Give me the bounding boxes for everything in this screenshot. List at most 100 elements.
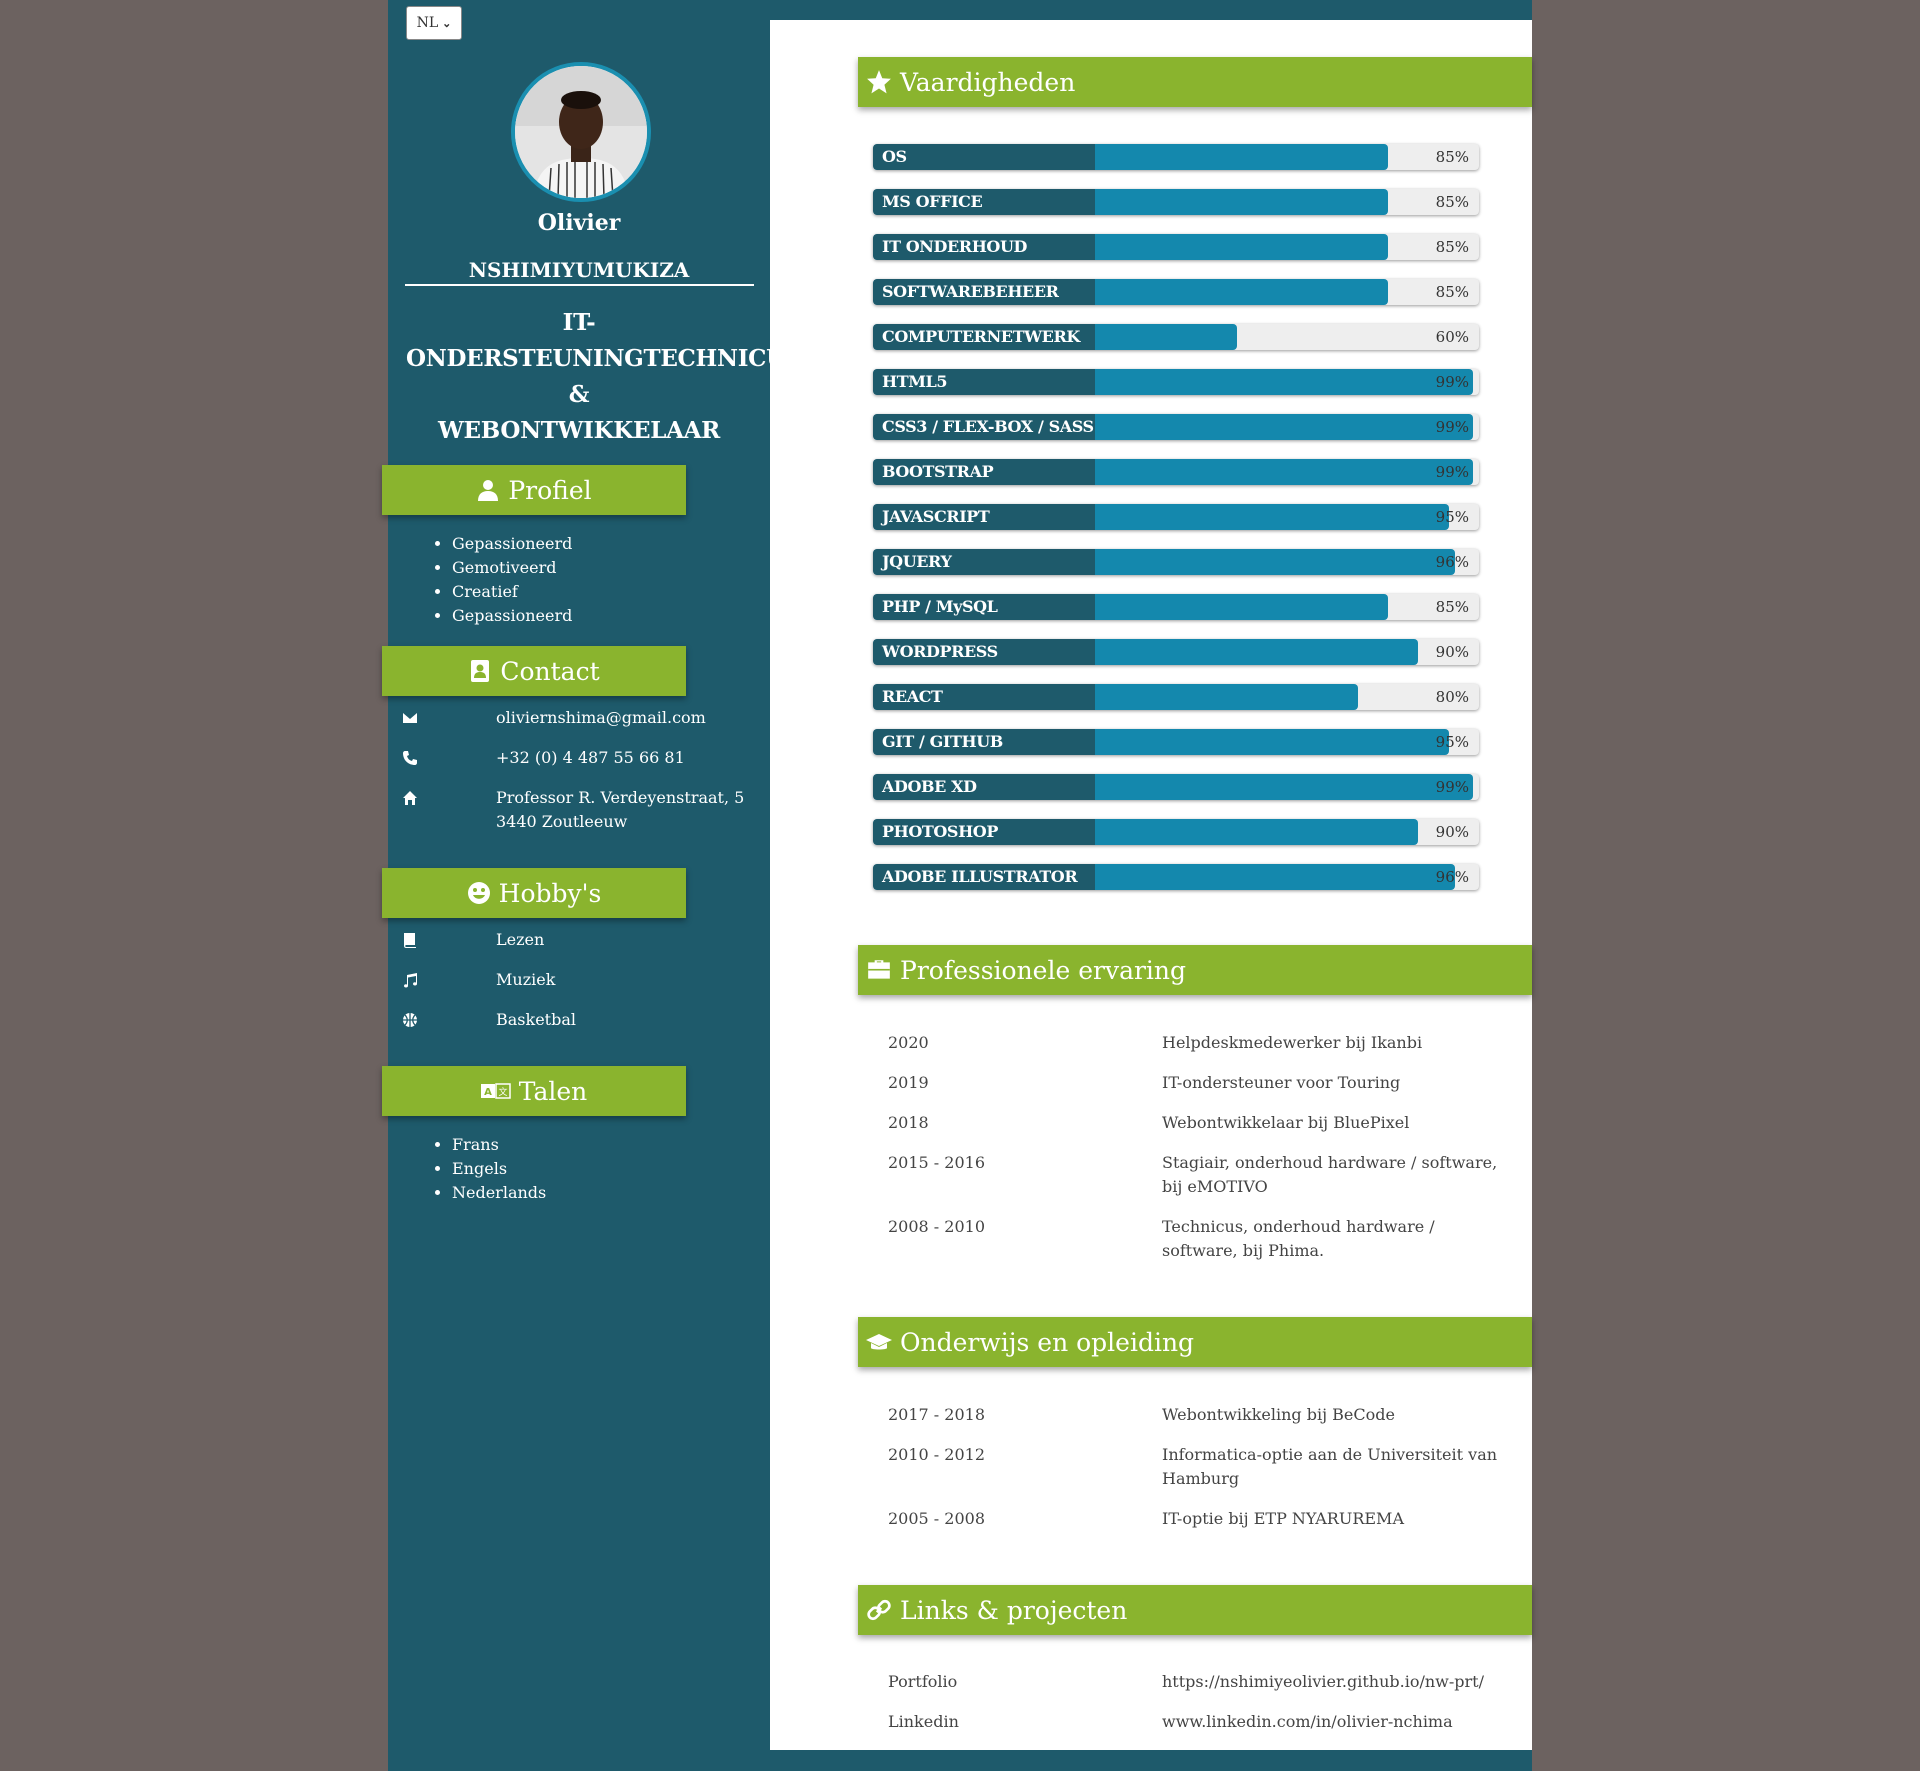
skill-bar: COMPUTERNETWERK 60% — [873, 324, 1479, 350]
description: Helpdeskmedewerker bij Ikanbi — [1162, 1033, 1423, 1052]
links-heading: Links & projecten — [900, 1595, 1128, 1625]
period: 2017 - 2018 — [888, 1405, 986, 1424]
skill-percent: 95% — [1435, 508, 1469, 526]
first-name: Olivier — [537, 210, 621, 236]
profiel-heading: Profiel — [508, 475, 592, 505]
skill-bar: IT ONDERHOUD 85% — [873, 234, 1479, 260]
skill-percent: 90% — [1435, 643, 1469, 661]
list-item: Gepassioneerd — [452, 604, 572, 628]
skill-name: BOOTSTRAP — [873, 459, 1095, 485]
briefcase-icon — [868, 960, 890, 979]
book-icon — [402, 931, 420, 949]
sidebar: NL ⌄ Olivier NSHIMIYUMUKIZA IT- ONDERSTE… — [382, 0, 803, 1771]
skill-name: ADOBE XD — [873, 774, 1095, 800]
skill-name: HTML5 — [873, 369, 1095, 395]
skills-heading: Vaardigheden — [900, 67, 1076, 97]
skill-bar: OS 85% — [873, 144, 1479, 170]
skill-bar: ADOBE XD 99% — [873, 774, 1479, 800]
description: Stagiair, onderhoud hardware / software,… — [1162, 1153, 1498, 1196]
description: Webontwikkeling bij BeCode — [1162, 1405, 1395, 1424]
description: Technicus, onderhoud hardware / software… — [1162, 1217, 1435, 1260]
language-icon: A文 — [480, 1083, 511, 1099]
description: Webontwikkelaar bij BluePixel — [1162, 1113, 1410, 1132]
skill-name: WORDPRESS — [873, 639, 1095, 665]
skill-percent: 85% — [1435, 283, 1469, 301]
skill-name: REACT — [873, 684, 1095, 710]
skill-name: JQUERY — [873, 549, 1095, 575]
period: 2008 - 2010 — [888, 1217, 986, 1236]
skill-percent: 99% — [1435, 373, 1469, 391]
skill-name: GIT / GITHUB — [873, 729, 1095, 755]
phone-icon — [402, 749, 420, 767]
svg-text:文: 文 — [498, 1086, 507, 1098]
skill-bar: REACT 80% — [873, 684, 1479, 710]
skill-percent: 80% — [1435, 688, 1469, 706]
hobbies-heading: Hobby's — [498, 878, 602, 908]
experience-heading: Professionele ervaring — [900, 955, 1187, 985]
link-icon — [867, 1599, 891, 1621]
skill-bar: JQUERY 96% — [873, 549, 1479, 575]
description: Informatica-optie aan de Universiteit va… — [1162, 1445, 1498, 1488]
hobby-label: Basketbal — [496, 1010, 576, 1029]
list-item: Gemotiveerd — [452, 556, 572, 580]
basketball-icon — [402, 1011, 420, 1029]
avatar — [511, 62, 651, 202]
link-url[interactable]: www.linkedin.com/in/olivier-nchima — [1162, 1710, 1508, 1734]
skill-percent: 96% — [1435, 553, 1469, 571]
talen-header: A文 Talen — [382, 1066, 686, 1116]
skill-name: CSS3 / FLEX-BOX / SASS — [873, 414, 1095, 440]
email-link[interactable]: oliviernshima@gmail.com — [496, 706, 762, 730]
list-item: Nederlands — [452, 1181, 546, 1205]
period: 2020 — [888, 1033, 929, 1052]
skill-name: SOFTWAREBEHEER — [873, 279, 1095, 305]
job-title-line: IT- — [562, 309, 596, 336]
job-title-line: WEBONTWIKKELAAR — [438, 417, 720, 444]
skill-bar: SOFTWAREBEHEER 85% — [873, 279, 1479, 305]
links-header: Links & projecten — [858, 1585, 1532, 1635]
skill-name: IT ONDERHOUD — [873, 234, 1095, 260]
language-select[interactable]: NL ⌄ — [406, 6, 462, 40]
skill-percent: 60% — [1435, 328, 1469, 346]
description: IT-optie bij ETP NYARUREMA — [1162, 1509, 1404, 1528]
hobbies-header: Hobby's — [382, 868, 686, 918]
period: 2019 — [888, 1073, 929, 1092]
star-icon — [867, 70, 891, 94]
chevron-down-icon: ⌄ — [442, 16, 452, 30]
skill-name: MS OFFICE — [873, 189, 1095, 215]
skill-percent: 85% — [1435, 148, 1469, 166]
svg-text:A: A — [484, 1087, 492, 1098]
contact-phone: +32 (0) 4 487 55 66 81 — [402, 746, 762, 767]
skills-header: Vaardigheden — [858, 57, 1532, 107]
job-title: IT- ONDERSTEUNINGTECHNICUS & WEBONTWIKKE… — [406, 305, 803, 449]
contact-address: Professor R. Verdeyenstraat, 5 3440 Zout… — [402, 786, 762, 831]
education-heading: Onderwijs en opleiding — [900, 1327, 1195, 1357]
skill-percent: 99% — [1435, 418, 1469, 436]
description: IT-ondersteuner voor Touring — [1162, 1073, 1401, 1092]
skill-bar: JAVASCRIPT 95% — [873, 504, 1479, 530]
hobby-item: Basketbal — [402, 1008, 762, 1029]
graduation-cap-icon — [866, 1334, 892, 1350]
education-header: Onderwijs en opleiding — [858, 1317, 1532, 1367]
period: 2005 - 2008 — [888, 1509, 986, 1528]
skill-bar: CSS3 / FLEX-BOX / SASS 99% — [873, 414, 1479, 440]
address-text: Professor R. Verdeyenstraat, 5 3440 Zout… — [496, 788, 745, 831]
skill-percent: 85% — [1435, 598, 1469, 616]
contact-header: Contact — [382, 646, 686, 696]
main-content: Vaardigheden OS 85% MS OFFICE 85% IT ONDERHO… — [770, 20, 1532, 1750]
list-item: Creatief — [452, 580, 572, 604]
skill-percent: 99% — [1435, 463, 1469, 481]
skill-name: PHOTOSHOP — [873, 819, 1095, 845]
skill-bar: BOOTSTRAP 99% — [873, 459, 1479, 485]
skill-name: JAVASCRIPT — [873, 504, 1095, 530]
skill-bar: ADOBE ILLUSTRATOR 96% — [873, 864, 1479, 890]
link-url[interactable]: https://nshimiyeolivier.github.io/nw-prt… — [1162, 1670, 1508, 1694]
period: 2018 — [888, 1113, 929, 1132]
last-name: NSHIMIYUMUKIZA — [468, 258, 690, 282]
address-book-icon — [471, 660, 490, 682]
skill-percent: 85% — [1435, 238, 1469, 256]
skill-bar: MS OFFICE 85% — [873, 189, 1479, 215]
talen-heading: Talen — [518, 1076, 588, 1106]
skill-percent: 99% — [1435, 778, 1469, 796]
home-icon — [402, 789, 420, 807]
list-item: Gepassioneerd — [452, 532, 572, 556]
